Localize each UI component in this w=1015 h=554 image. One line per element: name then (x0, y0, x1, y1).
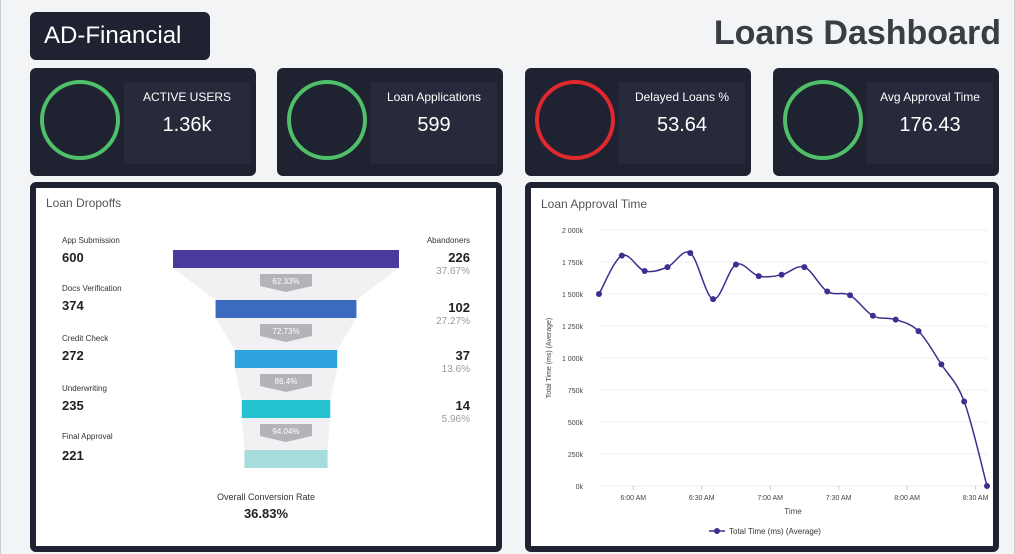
funnel-bar (241, 400, 331, 418)
overall-conversion-label: Overall Conversion Rate (216, 492, 316, 502)
funnel-bar (215, 300, 357, 318)
data-point (641, 267, 648, 274)
x-tick-label: 6:00 AM (620, 495, 646, 502)
y-tick-label: 500k (568, 420, 584, 427)
data-point (664, 264, 671, 271)
series-line (598, 251, 988, 487)
line-chart: Loan Approval Time 0k 250k 500k 750k 1 000k 1 … (541, 197, 990, 536)
chart-title: Loan Approval Time (541, 197, 647, 211)
x-tick-label: 6:30 AM (689, 495, 715, 502)
data-point (869, 312, 876, 319)
data-point (915, 328, 922, 335)
data-point (938, 361, 945, 368)
funnel-bar (234, 350, 338, 368)
y-tick-label: 1 250k (562, 324, 584, 331)
kpi-label: Delayed Loans % (634, 90, 730, 104)
status-ring-icon (535, 80, 615, 160)
kpi-value: 53.64 (656, 114, 708, 136)
page-title: Loans Dashboard (713, 14, 1001, 52)
data-point (801, 264, 808, 271)
kpi-label: ACTIVE USERS (142, 90, 232, 104)
y-axis-label: Total Time (ms) (Average) (546, 318, 553, 398)
loan-dropoffs-panel: Loan Dropoffs Abandoners App Submission … (30, 182, 502, 552)
x-tick-label: 7:30 AM (826, 495, 852, 502)
kpi-value: 599 (417, 114, 451, 136)
data-point (892, 316, 899, 323)
status-ring-icon (40, 80, 120, 160)
data-point (961, 398, 968, 405)
y-tick-label: 1 000k (562, 356, 584, 363)
kpi-active-users: ACTIVE USERS 1.36k (30, 68, 256, 176)
data-point (984, 483, 990, 489)
kpi-label: Avg Approval Time (880, 90, 980, 104)
y-tick-label: 250k (568, 452, 584, 459)
overall-conversion-value: 36.83% (243, 506, 289, 521)
conversion-label: 72.73% (272, 327, 299, 336)
data-point (824, 288, 831, 295)
y-tick-label: 1 750k (562, 260, 584, 267)
data-point (596, 291, 602, 297)
funnel-bar (244, 450, 328, 468)
conversion-label: 86.4% (275, 377, 298, 386)
conversion-label: 94.04% (272, 427, 299, 436)
data-point (732, 261, 739, 268)
x-tick-label: 8:30 AM (963, 495, 989, 502)
kpi-loan-applications: Loan Applications 599 (277, 68, 503, 176)
kpi-delayed-loans: Delayed Loans % 53.64 (525, 68, 751, 176)
data-point (618, 252, 625, 259)
kpi-label: Loan Applications (386, 90, 482, 104)
x-tick-label: 7:00 AM (757, 495, 783, 502)
data-point (778, 271, 785, 278)
y-tick-label: 0k (576, 484, 584, 491)
x-axis-label: Time (784, 507, 802, 516)
data-point (710, 296, 717, 303)
x-tick-label: 8:00 AM (894, 495, 920, 502)
data-point (755, 273, 762, 280)
funnel-bar (173, 250, 399, 268)
y-tick-label: 1 500k (562, 292, 584, 299)
legend-marker (714, 528, 720, 534)
y-tick-label: 750k (568, 388, 584, 395)
brand-logo: AD-Financial (30, 12, 210, 60)
y-tick-label: 2 000k (562, 228, 584, 235)
kpi-value: 176.43 (899, 114, 961, 136)
legend-label: Total Time (ms) (Average) (729, 527, 821, 536)
kpi-avg-approval-time: Avg Approval Time 176.43 (773, 68, 999, 176)
loan-approval-time-panel: Loan Approval Time 0k 250k 500k 750k 1 000k 1 … (525, 182, 999, 552)
status-ring-icon (783, 80, 863, 160)
data-point (847, 292, 854, 299)
conversion-label: 62.33% (272, 277, 299, 286)
status-ring-icon (287, 80, 367, 160)
funnel-graphic: 62.33% 72.73% 86.4% 94.04% (173, 250, 399, 468)
kpi-value: 1.36k (162, 114, 212, 136)
data-point (687, 250, 694, 257)
